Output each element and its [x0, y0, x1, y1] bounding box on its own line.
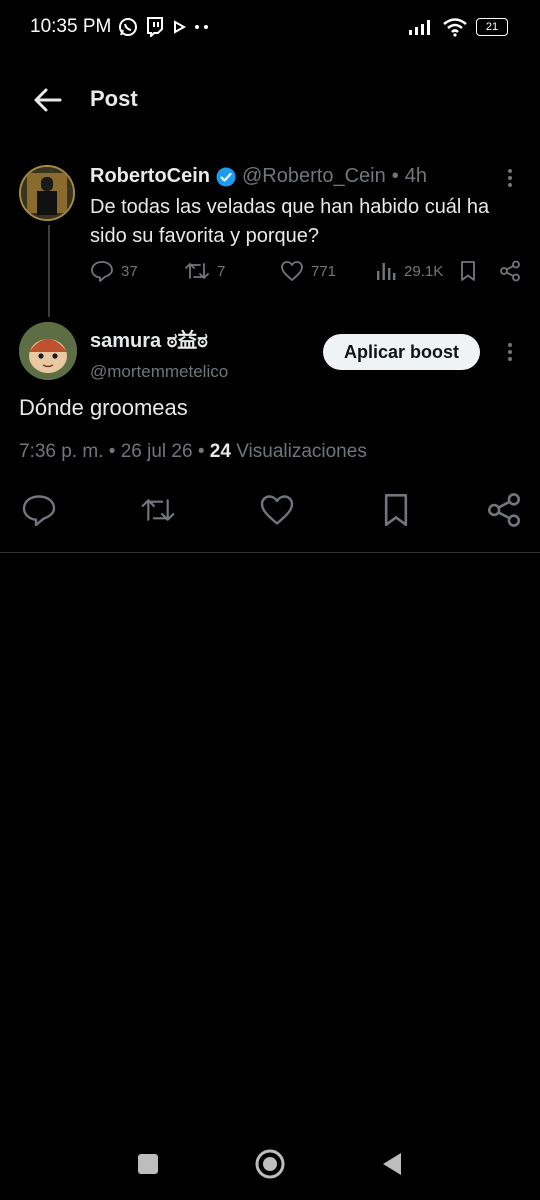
boost-button[interactable]: Aplicar boost [323, 334, 480, 370]
verified-badge-icon [216, 167, 236, 187]
reply-icon [22, 495, 56, 527]
share-icon [500, 260, 520, 282]
home-button[interactable] [254, 1148, 286, 1180]
repost-icon [185, 263, 209, 279]
twitch-icon [146, 17, 164, 37]
parent-more-button[interactable] [500, 166, 520, 190]
main-share-button[interactable] [486, 492, 522, 528]
square-icon [138, 1154, 158, 1174]
status-time: 10:35 PM [30, 16, 112, 37]
post-header: Post [0, 60, 540, 140]
views-count: 29.1K [404, 262, 444, 280]
parent-handle[interactable]: @Roberto_Cein [242, 165, 386, 188]
bookmark-button[interactable] [458, 260, 478, 282]
whatsapp-icon [118, 17, 138, 37]
arrow-left-icon [34, 88, 62, 112]
repost-count: 7 [217, 262, 226, 280]
heart-icon [260, 495, 294, 525]
triangle-back-icon [383, 1153, 401, 1175]
meta-dot: • [197, 441, 205, 462]
main-handle[interactable]: @mortemmetelico [90, 362, 228, 382]
parent-avatar[interactable] [19, 165, 75, 221]
more-dots-icon [194, 24, 210, 30]
parent-display-name[interactable]: RobertoCein [90, 165, 210, 188]
system-nav-bar [0, 1140, 540, 1190]
like-count: 771 [311, 262, 337, 280]
more-vertical-icon [508, 343, 512, 361]
play-icon [172, 20, 186, 34]
separator-dot: • [391, 165, 399, 187]
signal-icon [408, 18, 434, 36]
main-reply-button[interactable] [21, 492, 57, 528]
share-icon [487, 493, 521, 527]
main-like-button[interactable] [259, 492, 295, 528]
main-avatar[interactable] [19, 322, 77, 380]
main-bookmark-button[interactable] [378, 492, 414, 528]
meta-dot: • [108, 441, 116, 462]
repost-button[interactable]: 7 [184, 260, 225, 282]
divider [0, 552, 540, 553]
parent-actions-bar: 37 7 771 29.1K [90, 260, 520, 288]
tweet-time: 7:36 p. m. [19, 441, 104, 462]
parent-tweet-header: RobertoCein @Roberto_Cein • 4h [90, 165, 427, 188]
repost-icon [141, 499, 175, 521]
tweet-meta: 7:36 p. m. • 26 jul 26 • 24 Visualizacio… [19, 441, 367, 463]
back-nav-button[interactable] [380, 1151, 404, 1177]
parent-tweet-text: De todas las veladas que han habido cuál… [90, 196, 490, 247]
thread-line [48, 225, 50, 317]
battery-icon: 21 [476, 18, 508, 36]
status-left-icons [118, 17, 210, 37]
main-display-name[interactable]: samura ಠ益ಠ [90, 324, 208, 353]
main-actions-bar [0, 492, 540, 532]
bookmark-icon [461, 261, 475, 281]
bookmark-icon [384, 493, 408, 527]
page-title: Post [90, 86, 138, 111]
main-more-button[interactable] [500, 340, 520, 364]
reply-icon [91, 261, 113, 282]
views-button[interactable]: 29.1K [375, 260, 443, 282]
main-repost-button[interactable] [140, 492, 176, 528]
heart-icon [281, 261, 303, 281]
share-button[interactable] [499, 260, 521, 282]
views-chart-icon [377, 263, 396, 280]
back-button[interactable] [30, 84, 66, 116]
status-right-icons: 21 [408, 17, 508, 37]
like-button[interactable]: 771 [280, 260, 336, 282]
reply-button[interactable]: 37 [90, 260, 138, 282]
reply-count: 37 [121, 262, 138, 280]
views-label[interactable]: Visualizaciones [236, 441, 367, 462]
main-tweet-text: Dónde groomeas [19, 395, 188, 420]
tweet-date: 26 jul 26 [120, 441, 193, 462]
recents-button[interactable] [137, 1153, 159, 1175]
circle-home-icon [255, 1149, 285, 1179]
more-vertical-icon [508, 169, 512, 187]
wifi-icon [442, 17, 468, 37]
views-number[interactable]: 24 [210, 441, 231, 462]
parent-time: 4h [404, 165, 427, 187]
